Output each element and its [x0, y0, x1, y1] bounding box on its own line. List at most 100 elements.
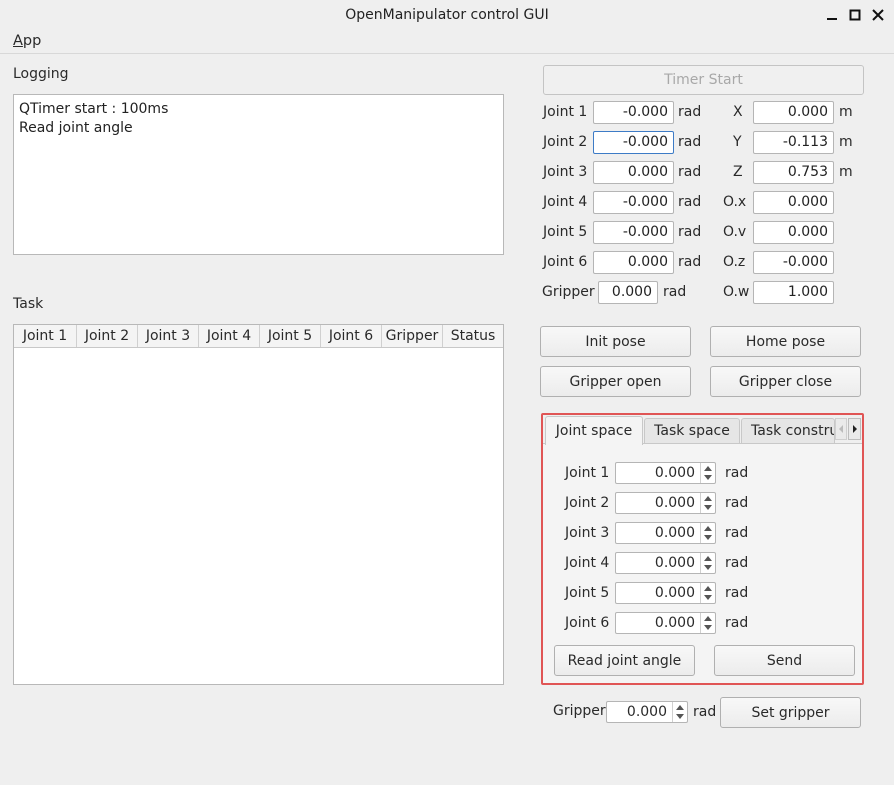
timer-start-button[interactable]: Timer Start: [543, 65, 864, 95]
gripper-readout-unit: rad: [663, 284, 687, 300]
joint-2-value[interactable]: -0.000: [593, 131, 674, 154]
tab-scroll-right-button[interactable]: [848, 418, 861, 440]
column-header-joint-5[interactable]: Joint 5: [260, 325, 321, 347]
joint-space-joint-4-label: Joint 4: [565, 555, 610, 571]
spin-arrows-icon[interactable]: [700, 463, 715, 483]
gripper-open-button[interactable]: Gripper open: [540, 366, 691, 397]
log-line: QTimer start : 100ms: [19, 101, 169, 117]
menu-bar: [0, 30, 894, 54]
joint-space-joint-1-unit: rad: [725, 465, 749, 481]
log-line: Read joint angle: [19, 120, 133, 136]
joint-space-joint-1-spinbox[interactable]: 0.000: [615, 462, 716, 484]
column-header-gripper[interactable]: Gripper: [382, 325, 443, 347]
home-pose-button[interactable]: Home pose: [710, 326, 861, 357]
gripper-set-label: Gripper: [553, 703, 606, 719]
joint-1-unit: rad: [678, 104, 702, 120]
orientation-y-value[interactable]: 0.000: [753, 221, 834, 244]
joint-space-joint-2-label: Joint 2: [565, 495, 610, 511]
task-label: Task: [13, 296, 44, 312]
joint-2-unit: rad: [678, 134, 702, 150]
joint-space-joint-3-spinbox[interactable]: 0.000: [615, 522, 716, 544]
spin-arrows-icon[interactable]: [700, 553, 715, 573]
joint-space-joint-4-unit: rad: [725, 555, 749, 571]
tab-joint-space[interactable]: Joint space: [545, 416, 643, 445]
joint-4-value[interactable]: -0.000: [593, 191, 674, 214]
joint-space-joint-2-unit: rad: [725, 495, 749, 511]
gripper-set-unit: rad: [693, 704, 717, 720]
tab-task-constructor[interactable]: Task constru: [741, 418, 835, 443]
tab-task-space[interactable]: Task space: [644, 418, 740, 443]
spin-arrows-icon[interactable]: [672, 702, 687, 722]
column-header-joint-2[interactable]: Joint 2: [77, 325, 138, 347]
send-button[interactable]: Send: [714, 645, 855, 676]
logging-label: Logging: [13, 66, 69, 82]
column-header-joint-1[interactable]: Joint 1: [14, 325, 77, 347]
read-joint-angle-button[interactable]: Read joint angle: [554, 645, 695, 676]
pose-x-label: X: [733, 104, 743, 120]
pose-y-value[interactable]: -0.113: [753, 131, 834, 154]
spin-arrows-icon[interactable]: [700, 523, 715, 543]
joint-space-joint-6-unit: rad: [725, 615, 749, 631]
column-header-joint-4[interactable]: Joint 4: [199, 325, 260, 347]
joint-space-joint-6-spinbox[interactable]: 0.000: [615, 612, 716, 634]
spin-arrows-icon[interactable]: [700, 583, 715, 603]
column-header-status[interactable]: Status: [443, 325, 503, 347]
orientation-x-value[interactable]: 0.000: [753, 191, 834, 214]
chevron-left-icon: [839, 425, 843, 433]
joint-5-label: Joint 5: [543, 224, 588, 240]
pose-y-unit: m: [839, 134, 853, 150]
joint-6-value[interactable]: 0.000: [593, 251, 674, 274]
pose-x-value[interactable]: 0.000: [753, 101, 834, 124]
pose-z-label: Z: [733, 164, 743, 180]
menu-app[interactable]: App: [13, 33, 41, 49]
joint-3-label: Joint 3: [543, 164, 588, 180]
maximize-button[interactable]: [846, 6, 864, 24]
minimize-icon: [827, 18, 837, 20]
gripper-readout-label: Gripper: [542, 284, 595, 300]
column-header-joint-6[interactable]: Joint 6: [321, 325, 382, 347]
task-table[interactable]: Joint 1 Joint 2 Joint 3 Joint 4 Joint 5 …: [13, 324, 504, 685]
gripper-set-spinbox[interactable]: 0.000: [606, 701, 688, 723]
joint-6-unit: rad: [678, 254, 702, 270]
joint-space-joint-6-label: Joint 6: [565, 615, 610, 631]
orientation-w-label: O.w: [723, 284, 750, 300]
joint-space-joint-1-label: Joint 1: [565, 465, 610, 481]
joint-4-unit: rad: [678, 194, 702, 210]
maximize-icon: [849, 9, 861, 21]
close-icon: [872, 9, 884, 21]
minimize-button[interactable]: [823, 6, 841, 24]
tab-scroll-left-button[interactable]: [835, 418, 847, 440]
joint-1-label: Joint 1: [543, 104, 588, 120]
joint-5-value[interactable]: -0.000: [593, 221, 674, 244]
orientation-z-value[interactable]: -0.000: [753, 251, 834, 274]
joint-6-label: Joint 6: [543, 254, 588, 270]
spin-arrows-icon[interactable]: [700, 493, 715, 513]
gripper-readout-value[interactable]: 0.000: [598, 281, 658, 304]
close-button[interactable]: [869, 6, 887, 24]
joint-3-value[interactable]: 0.000: [593, 161, 674, 184]
pose-x-unit: m: [839, 104, 853, 120]
joint-space-joint-5-label: Joint 5: [565, 585, 610, 601]
pose-z-unit: m: [839, 164, 853, 180]
set-gripper-button[interactable]: Set gripper: [720, 697, 861, 728]
spin-arrows-icon[interactable]: [700, 613, 715, 633]
joint-space-joint-2-spinbox[interactable]: 0.000: [615, 492, 716, 514]
joint-space-joint-3-unit: rad: [725, 525, 749, 541]
joint-space-joint-4-spinbox[interactable]: 0.000: [615, 552, 716, 574]
pose-z-value[interactable]: 0.753: [753, 161, 834, 184]
column-header-joint-3[interactable]: Joint 3: [138, 325, 199, 347]
gripper-close-button[interactable]: Gripper close: [710, 366, 861, 397]
joint-space-joint-5-unit: rad: [725, 585, 749, 601]
orientation-w-value[interactable]: 1.000: [753, 281, 834, 304]
joint-5-unit: rad: [678, 224, 702, 240]
joint-space-joint-5-spinbox[interactable]: 0.000: [615, 582, 716, 604]
joint-1-value[interactable]: -0.000: [593, 101, 674, 124]
orientation-z-label: O.z: [723, 254, 746, 270]
window-title: OpenManipulator control GUI: [345, 7, 549, 23]
logging-textbox[interactable]: QTimer start : 100ms Read joint angle: [13, 94, 504, 255]
joint-3-unit: rad: [678, 164, 702, 180]
chevron-right-icon: [852, 425, 857, 433]
init-pose-button[interactable]: Init pose: [540, 326, 691, 357]
pose-y-label: Y: [733, 134, 742, 150]
orientation-x-label: O.x: [723, 194, 747, 210]
